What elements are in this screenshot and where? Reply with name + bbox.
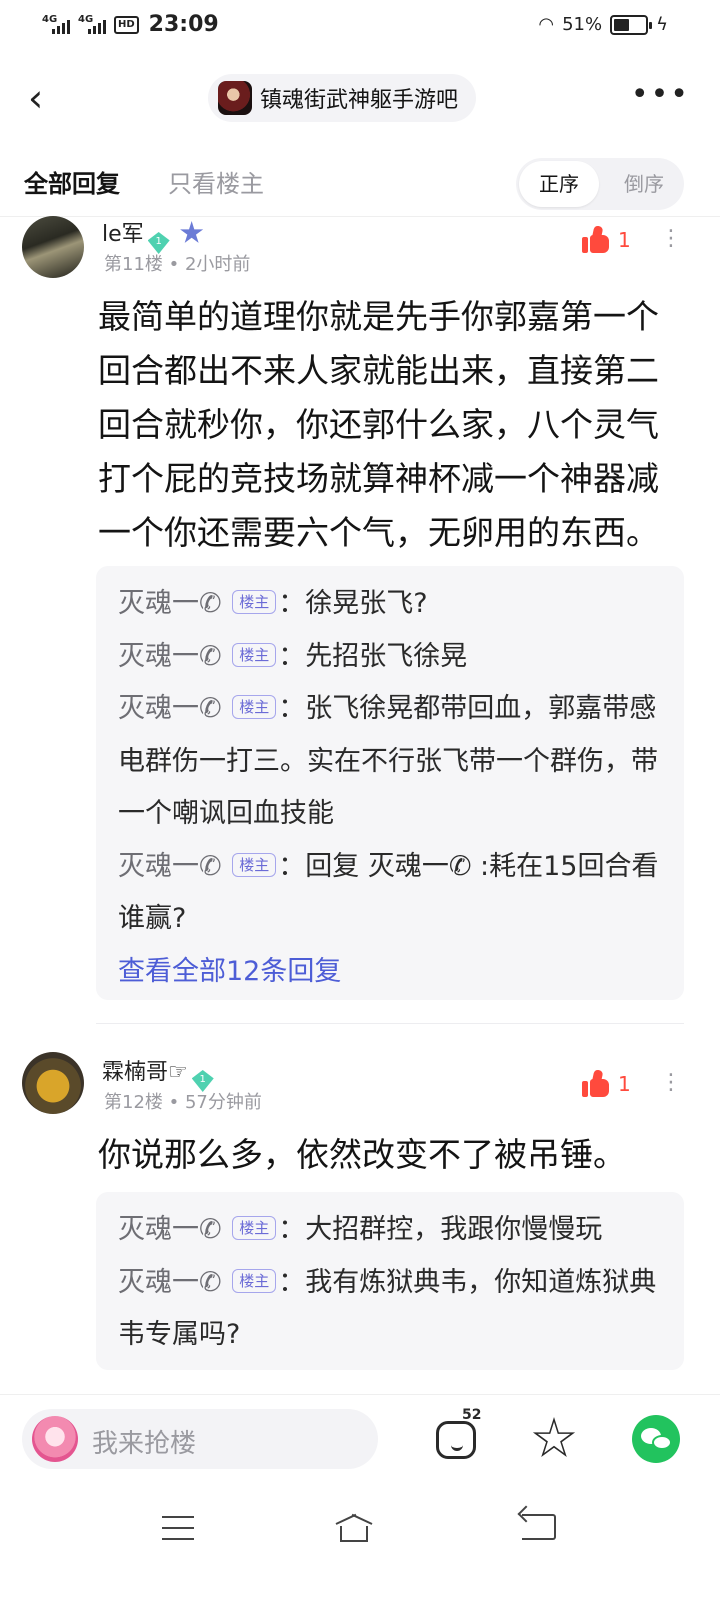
floor-time: 第11楼 • 2小时前	[104, 254, 251, 275]
status-left: 4G 4G HD 23:09	[42, 12, 219, 37]
view-all-replies-link[interactable]: 查看全部12条回复	[118, 946, 662, 999]
op-tag: 楼主	[232, 852, 277, 877]
username-row: 霖楠哥☞ 1	[102, 1054, 214, 1092]
signal-icon: 4G	[78, 14, 108, 36]
op-tag: 楼主	[232, 1268, 277, 1293]
top-bar: ‹ 镇魂街武神躯手游吧 •••	[0, 72, 720, 124]
avatar[interactable]	[22, 216, 84, 278]
star-badge-icon	[180, 221, 204, 243]
more-vertical-icon: ⋮	[660, 1070, 682, 1095]
tab-op-only[interactable]: 只看楼主	[168, 164, 264, 199]
menu-icon[interactable]	[162, 1516, 194, 1540]
like-count: 1	[618, 228, 631, 252]
comment-icon[interactable]	[436, 1421, 476, 1459]
bottom-action-bar: 我来抢楼 52	[0, 1394, 720, 1486]
more-button[interactable]: •••	[631, 80, 690, 110]
chevron-left-icon: ‹	[28, 76, 44, 120]
battery-icon	[610, 14, 653, 35]
forum-title-pill[interactable]: 镇魂街武神躯手游吧	[208, 74, 477, 122]
reply-input-placeholder: 我来抢楼	[92, 1429, 197, 1459]
sub-replies: 灭魂一✆ 楼主 ：徐晃张飞? 灭魂一✆ 楼主 ：先招张飞徐晃 灭魂一✆ 楼主 ：张飞徐…	[96, 566, 684, 1000]
sub-reply-text: 徐晃张飞?	[305, 588, 428, 619]
username[interactable]: 霖楠哥☞	[102, 1060, 188, 1085]
sub-reply[interactable]: 灭魂一✆ 楼主 ：张飞徐晃都带回血，郭嘉带感电群伤一打三。实在不行张飞带一个群伤，…	[118, 683, 662, 841]
username-row: le军 1	[102, 216, 204, 254]
post-menu-button[interactable]: ⋮	[660, 228, 682, 250]
my-avatar	[32, 1416, 78, 1462]
colon: ：	[278, 1266, 306, 1298]
op-tag: 楼主	[232, 590, 277, 614]
forum-name: 镇魂街武神躯手游吧	[260, 88, 459, 113]
colon: ：	[278, 693, 306, 724]
op-tag: 楼主	[232, 642, 277, 667]
like-count: 1	[618, 1072, 631, 1096]
like-button[interactable]: 1	[582, 1069, 631, 1098]
avatar[interactable]	[22, 1052, 84, 1114]
sub-replies: 灭魂一✆ 楼主 ：大招群控，我跟你慢慢玩 灭魂一✆ 楼主 ：我有炼狱典韦，你知道炼狱…	[96, 1192, 684, 1370]
charging-icon: ϟ	[656, 14, 668, 35]
sort-ascending-button[interactable]: 正序	[519, 161, 599, 207]
post-divider	[96, 1023, 684, 1024]
star-icon[interactable]	[532, 1417, 576, 1458]
colon: ：	[278, 1214, 306, 1245]
sub-reply-author[interactable]: 灭魂一✆	[118, 693, 222, 724]
sub-reply[interactable]: 灭魂一✆ 楼主 ：先招张飞徐晃	[118, 631, 662, 684]
colon: ：	[278, 588, 306, 619]
battery-percent: 51%	[562, 14, 603, 35]
thumbs-up-icon	[582, 225, 610, 254]
return-icon[interactable]	[522, 1514, 556, 1540]
sub-reply-author[interactable]: 灭魂一✆	[118, 1214, 222, 1245]
status-right: ◠ 51% ϟ	[538, 14, 668, 35]
home-icon[interactable]	[334, 1513, 374, 1542]
more-dots-icon: •••	[630, 77, 690, 112]
sub-reply-text: 先招张飞徐晃	[305, 640, 468, 672]
sort-descending-button[interactable]: 倒序	[608, 161, 680, 207]
status-bar: 4G 4G HD 23:09 ◠ 51% ϟ	[0, 0, 720, 56]
op-tag: 楼主	[232, 695, 277, 719]
wechat-icon[interactable]	[632, 1415, 680, 1463]
floor-time: 第12楼 • 57分钟前	[104, 1092, 262, 1113]
back-button[interactable]: ‹	[28, 76, 68, 120]
thumbs-up-icon	[582, 1069, 610, 1098]
sub-reply-author[interactable]: 灭魂一✆	[118, 1267, 222, 1298]
reply-input[interactable]: 我来抢楼	[22, 1409, 378, 1469]
post-menu-button[interactable]: ⋮	[660, 1072, 682, 1094]
reply-tabs: 全部回复 只看楼主 正序 倒序	[0, 158, 720, 214]
op-tag: 楼主	[232, 1216, 277, 1240]
like-button[interactable]: 1	[582, 225, 631, 254]
wifi-icon: ◠	[538, 14, 555, 35]
username[interactable]: le军	[102, 222, 144, 247]
post-content: 你说那么多，依然改变不了被吊锤。	[98, 1135, 626, 1174]
hd-voice-icon: HD	[114, 15, 139, 34]
sub-reply-author[interactable]: 灭魂一✆	[118, 588, 222, 619]
sub-reply[interactable]: 灭魂一✆ 楼主 ：我有炼狱典韦，你知道炼狱典韦专属吗?	[118, 1257, 662, 1362]
post-content: 最简单的道理你就是先手你郭嘉第一个回合都出不来人家就能出来，直接第二回合就秒你，…	[98, 297, 659, 552]
battery-fill	[614, 18, 630, 31]
sub-reply-author[interactable]: 灭魂一✆	[118, 641, 222, 672]
sort-toggle: 正序 倒序	[516, 158, 684, 210]
colon: ：	[278, 850, 306, 882]
more-vertical-icon: ⋮	[660, 226, 682, 251]
sub-reply-author[interactable]: 灭魂一✆	[118, 851, 222, 882]
signal-icon: 4G	[42, 14, 72, 36]
colon: ：	[278, 640, 306, 672]
comment-count: 52	[462, 1407, 482, 1423]
system-nav-bar	[0, 1486, 720, 1600]
sub-reply[interactable]: 灭魂一✆ 楼主 ：大招群控，我跟你慢慢玩	[118, 1204, 662, 1257]
status-time: 23:09	[148, 12, 219, 37]
tab-all-replies[interactable]: 全部回复	[24, 164, 120, 199]
forum-avatar	[218, 81, 252, 115]
sub-reply-text: 大招群控，我跟你慢慢玩	[305, 1214, 603, 1245]
sub-reply[interactable]: 灭魂一✆ 楼主 ：回复 灭魂一✆ :耗在15回合看谁赢?	[118, 841, 662, 946]
sub-reply[interactable]: 灭魂一✆ 楼主 ：徐晃张飞?	[118, 578, 662, 631]
